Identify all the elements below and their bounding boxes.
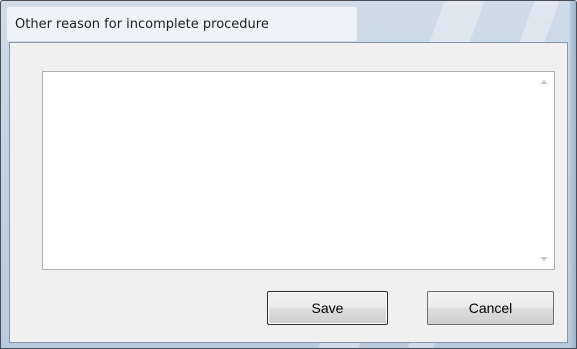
vertical-scrollbar[interactable] — [534, 72, 554, 269]
window-title: Other reason for incomplete procedure — [15, 17, 269, 32]
save-button[interactable]: Save — [267, 291, 388, 325]
title-bar[interactable]: Other reason for incomplete procedure — [7, 7, 357, 41]
dialog-body: Save Cancel — [9, 42, 568, 343]
window-frame-edge — [570, 1, 576, 348]
reason-textarea[interactable] — [43, 72, 533, 269]
scroll-down-icon[interactable] — [540, 257, 548, 261]
reason-text-box[interactable] — [42, 71, 555, 270]
dialog-window: Other reason for incomplete procedure Sa… — [0, 0, 577, 349]
cancel-button[interactable]: Cancel — [427, 291, 554, 325]
scroll-up-icon[interactable] — [540, 80, 548, 84]
